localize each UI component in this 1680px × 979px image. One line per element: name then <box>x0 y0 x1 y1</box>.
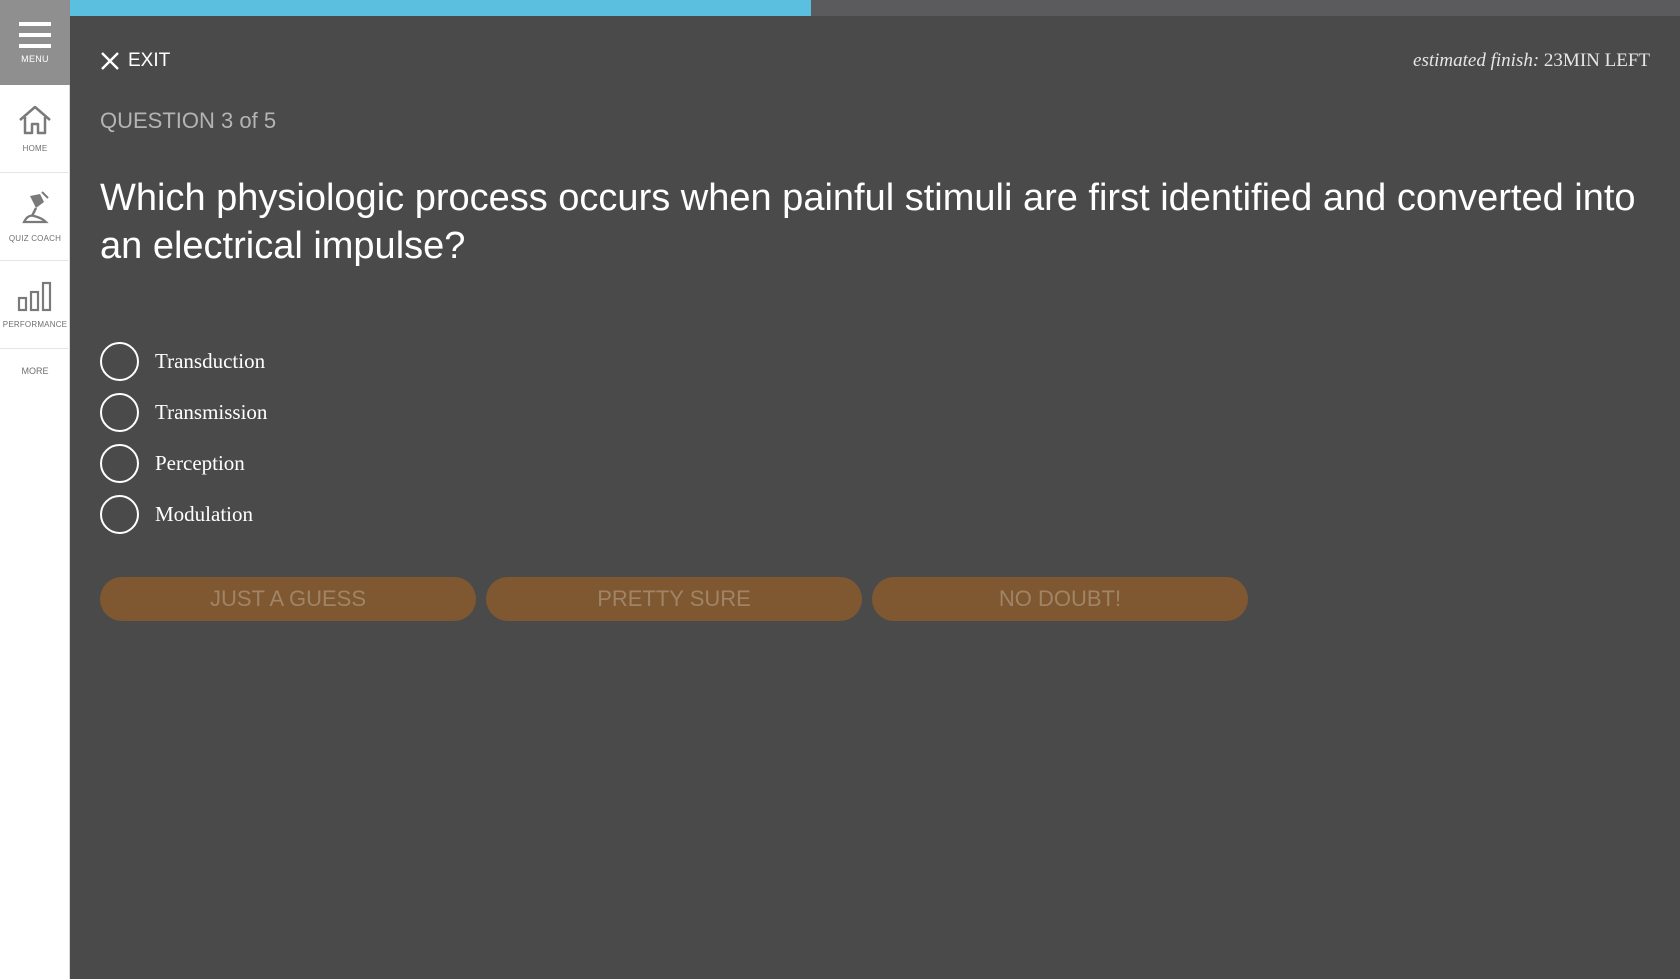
estimated-finish-label: estimated finish: <box>1413 50 1540 71</box>
sidebar-item-home[interactable]: HOME <box>0 85 70 173</box>
sidebar-item-label: PERFORMANCE <box>2 320 68 329</box>
question-text: Which physiologic process occurs when pa… <box>100 177 1636 267</box>
answer-options: Transduction Transmission Perception Mod… <box>100 341 267 545</box>
exit-button[interactable]: EXIT <box>100 50 170 72</box>
answer-option-label: Transmission <box>155 399 268 424</box>
sidebar-item-label: QUIZ COACH <box>8 234 62 243</box>
progress-fill <box>70 0 811 16</box>
sidebar: MENU HOME QUIZ COACH PERFORMANCE MORE <box>0 0 70 979</box>
estimated-finish: estimated finish: 23MIN LEFT <box>1413 50 1650 72</box>
sidebar-item-performance[interactable]: PERFORMANCE <box>0 261 70 349</box>
sidebar-item-label: HOME <box>22 144 48 153</box>
just-a-guess-button[interactable]: JUST A GUESS <box>100 577 476 621</box>
answer-option[interactable]: Perception <box>100 443 267 483</box>
home-icon <box>19 105 51 135</box>
menu-button[interactable]: MENU <box>0 0 70 85</box>
answer-option[interactable]: Transduction <box>100 341 267 381</box>
question-counter: QUESTION 3 of 5 <box>100 108 277 133</box>
answer-option[interactable]: Modulation <box>100 494 267 534</box>
quiz-main: EXIT estimated finish: 23MIN LEFT QUESTI… <box>70 0 1680 979</box>
answer-option[interactable]: Transmission <box>100 392 267 432</box>
estimated-finish-value: 23MIN LEFT <box>1543 50 1650 71</box>
no-doubt-button[interactable]: NO DOUBT! <box>872 577 1248 621</box>
radio-button[interactable] <box>100 443 139 483</box>
close-icon <box>101 52 119 70</box>
confidence-buttons: JUST A GUESS PRETTY SURE NO DOUBT! <box>100 577 1258 621</box>
radio-button[interactable] <box>100 494 139 534</box>
radio-button[interactable] <box>100 341 139 381</box>
answer-option-label: Transduction <box>155 348 266 373</box>
exit-label: EXIT <box>128 50 171 71</box>
hamburger-icon <box>19 21 51 48</box>
menu-label: MENU <box>21 53 49 64</box>
bar-chart-icon <box>17 281 52 312</box>
progress-bar <box>70 0 1680 16</box>
pretty-sure-button[interactable]: PRETTY SURE <box>486 577 862 621</box>
sidebar-item-quiz-coach[interactable]: QUIZ COACH <box>0 173 70 261</box>
sidebar-more[interactable]: MORE <box>0 349 70 393</box>
radio-button[interactable] <box>100 392 139 432</box>
answer-option-label: Modulation <box>155 501 253 526</box>
quiz-coach-icon <box>22 191 49 224</box>
answer-option-label: Perception <box>155 450 245 475</box>
